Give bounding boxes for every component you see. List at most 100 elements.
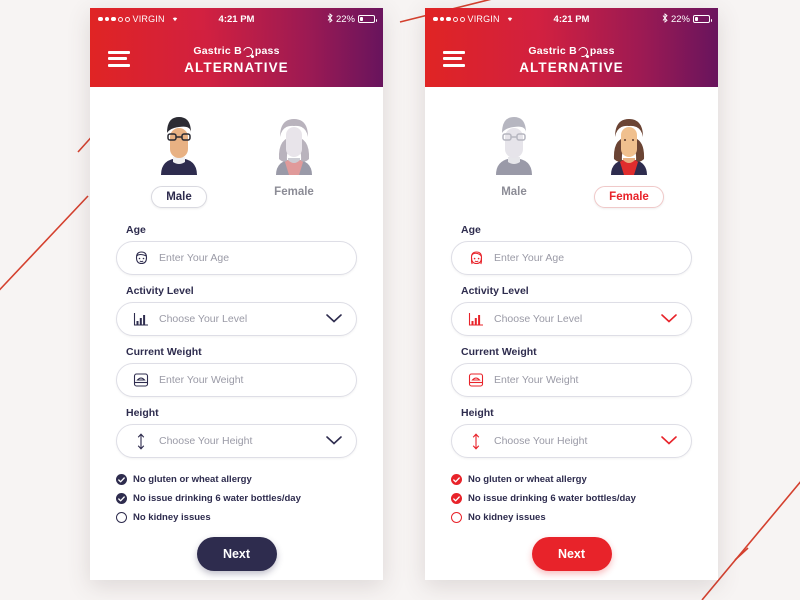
input-age[interactable]: Enter Your Age	[116, 241, 357, 275]
hamburger-menu-icon[interactable]	[108, 50, 130, 67]
logo-line-1: Gastric Bpass	[528, 45, 615, 59]
input-current-weight[interactable]: Enter Your Weight	[116, 363, 357, 397]
checkbox-row-water[interactable]: No issue drinking 6 water bottles/day	[116, 493, 357, 504]
battery-icon	[693, 15, 712, 23]
chevron-down-icon[interactable]	[661, 310, 677, 328]
female-avatar-icon	[239, 103, 349, 175]
field-label-height: Height	[461, 407, 494, 419]
field-label-age: Age	[126, 224, 146, 236]
checkbox-row-gluten[interactable]: No gluten or wheat allergy	[451, 474, 692, 485]
gender-option-female[interactable]: Female	[574, 103, 684, 208]
input-placeholder-current-weight: Enter Your Weight	[159, 374, 244, 386]
gender-label-male: Male	[501, 186, 527, 198]
height-arrow-icon	[131, 431, 151, 451]
wifi-icon	[505, 14, 515, 25]
checkbox-checked-icon[interactable]	[116, 474, 127, 485]
hamburger-menu-icon[interactable]	[443, 50, 465, 67]
gender-label-female: Female	[574, 186, 684, 208]
checklist-male: No gluten or wheat allergy No issue drin…	[116, 474, 357, 523]
form-fields-female: Age Enter Your Age Activity Level Choose…	[451, 224, 692, 458]
bluetooth-icon	[662, 12, 668, 26]
gender-option-female[interactable]: Female	[239, 103, 349, 208]
checkbox-unchecked-icon[interactable]	[451, 512, 462, 523]
checkbox-row-kidney[interactable]: No kidney issues	[116, 512, 357, 523]
input-age[interactable]: Enter Your Age	[451, 241, 692, 275]
logo-loop-icon	[576, 45, 590, 59]
status-bar-left: VIRGIN	[98, 14, 180, 25]
select-activity-level[interactable]: Choose Your Level	[116, 302, 357, 336]
phone-mockup-female: VIRGIN 4:21 PM 22% Gastric Bpass ALTERNA…	[425, 8, 718, 580]
wifi-icon	[170, 14, 180, 25]
chevron-down-icon[interactable]	[661, 432, 677, 450]
select-placeholder-activity-level: Choose Your Level	[159, 313, 248, 325]
field-age: Age Enter Your Age	[451, 224, 692, 275]
select-placeholder-height: Choose Your Height	[159, 435, 253, 447]
field-label-activity-level: Activity Level	[126, 285, 194, 297]
field-label-age: Age	[461, 224, 481, 236]
form-fields-male: Age Enter Your Age Activity Level Choose…	[116, 224, 357, 458]
select-activity-level[interactable]: Choose Your Level	[451, 302, 692, 336]
carrier-name: VIRGIN	[467, 14, 500, 24]
weight-scale-icon	[131, 370, 151, 390]
field-height: Height Choose Your Height	[116, 407, 357, 458]
screen-content-female: Male Female Age Enter Your Age Activity …	[425, 87, 718, 571]
bar-chart-icon	[131, 309, 151, 329]
battery-percent: 22%	[335, 13, 355, 25]
input-current-weight[interactable]: Enter Your Weight	[451, 363, 692, 397]
gender-label-male: Male	[124, 186, 234, 208]
female-face-icon	[466, 248, 486, 268]
checkbox-checked-icon[interactable]	[116, 493, 127, 504]
next-button[interactable]: Next	[531, 537, 612, 571]
bar-chart-icon	[466, 309, 486, 329]
checkbox-row-kidney[interactable]: No kidney issues	[451, 512, 692, 523]
select-placeholder-activity-level: Choose Your Level	[494, 313, 583, 325]
checkbox-label: No kidney issues	[133, 512, 211, 523]
input-placeholder-age: Enter Your Age	[494, 252, 565, 264]
field-activity-level: Activity Level Choose Your Level	[116, 285, 357, 336]
next-button-container: Next	[451, 537, 692, 571]
gender-option-male[interactable]: Male	[124, 103, 234, 208]
battery-icon	[358, 15, 377, 23]
field-current-weight: Current Weight Enter Your Weight	[451, 346, 692, 397]
select-height[interactable]: Choose Your Height	[116, 424, 357, 458]
male-avatar-icon	[124, 103, 234, 175]
logo-line-1: Gastric Bpass	[193, 45, 280, 59]
female-avatar-icon	[574, 103, 684, 175]
checkbox-row-water[interactable]: No issue drinking 6 water bottles/day	[451, 493, 692, 504]
select-placeholder-height: Choose Your Height	[494, 435, 588, 447]
gender-selector: Male Female	[451, 87, 692, 208]
gender-label-female: Female	[274, 186, 314, 198]
field-label-current-weight: Current Weight	[461, 346, 537, 358]
status-bar: VIRGIN 4:21 PM 22%	[90, 8, 383, 30]
checklist-female: No gluten or wheat allergy No issue drin…	[451, 474, 692, 523]
field-height: Height Choose Your Height	[451, 407, 692, 458]
checkbox-label: No gluten or wheat allergy	[133, 474, 252, 485]
next-button[interactable]: Next	[196, 537, 277, 571]
logo-line-2: ALTERNATIVE	[184, 60, 289, 76]
gender-option-male[interactable]: Male	[459, 103, 569, 208]
chevron-down-icon[interactable]	[326, 432, 342, 450]
select-height[interactable]: Choose Your Height	[451, 424, 692, 458]
app-logo: Gastric Bpass ALTERNATIVE	[90, 42, 383, 75]
weight-scale-icon	[466, 370, 486, 390]
signal-strength-icon	[98, 16, 130, 22]
nav-bar: Gastric Bpass ALTERNATIVE	[425, 30, 718, 87]
status-bar-right: 22%	[662, 12, 712, 26]
logo-loop-icon	[241, 45, 255, 59]
male-avatar-icon	[459, 103, 569, 175]
height-arrow-icon	[466, 431, 486, 451]
chevron-down-icon[interactable]	[326, 310, 342, 328]
checkbox-row-gluten[interactable]: No gluten or wheat allergy	[116, 474, 357, 485]
nav-bar: Gastric Bpass ALTERNATIVE	[90, 30, 383, 87]
field-label-height: Height	[126, 407, 159, 419]
checkbox-checked-icon[interactable]	[451, 493, 462, 504]
logo-line-2: ALTERNATIVE	[519, 60, 624, 76]
status-bar-right: 22%	[327, 12, 377, 26]
carrier-name: VIRGIN	[132, 14, 165, 24]
checkbox-checked-icon[interactable]	[451, 474, 462, 485]
screen-content-male: Male Female Age Enter Your Age Activity …	[90, 87, 383, 571]
checkbox-label: No issue drinking 6 water bottles/day	[133, 493, 301, 504]
checkbox-label: No kidney issues	[468, 512, 546, 523]
checkbox-unchecked-icon[interactable]	[116, 512, 127, 523]
field-activity-level: Activity Level Choose Your Level	[451, 285, 692, 336]
